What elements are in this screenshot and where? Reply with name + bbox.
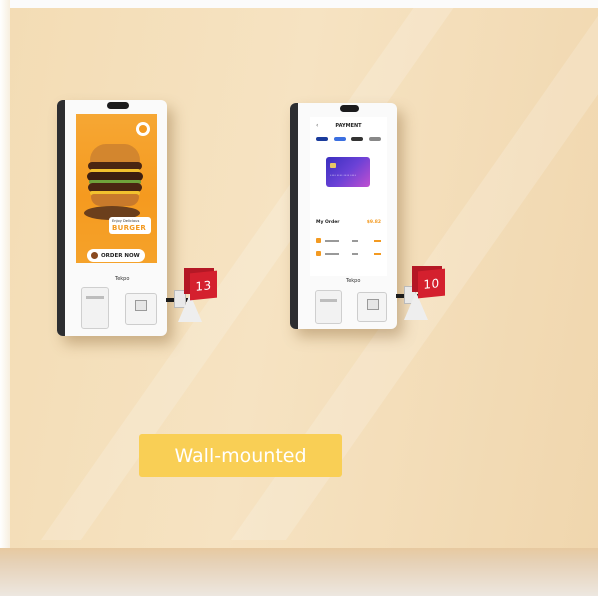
kiosk-side-panel (290, 103, 298, 329)
scene: Enjoy Delicious BURGER ORDER NOW Tekpo 1… (0, 0, 598, 596)
promo-small-text: Enjoy Delicious (112, 219, 140, 223)
mount-type-label: Wall-mounted (139, 434, 342, 477)
screen-title: PAYMENT (335, 123, 362, 129)
order-now-button[interactable]: ORDER NOW (87, 249, 145, 262)
chip-icon (330, 163, 336, 168)
kiosk-brand: Tekpo (115, 276, 130, 282)
receipt-printer-slot (81, 287, 109, 329)
kiosk-right: ‹ PAYMENT •••• •••• •••• •••• My Order $… (290, 103, 397, 329)
credit-card-image: •••• •••• •••• •••• (326, 157, 370, 187)
visa-icon[interactable] (316, 137, 328, 141)
promo-big-text: BURGER (112, 224, 147, 232)
kiosk-brand: Tekpo (346, 278, 361, 284)
top-border (0, 0, 598, 8)
my-order-label: My Order (316, 220, 340, 225)
floor (0, 548, 598, 596)
promo-tag: Enjoy Delicious BURGER (109, 217, 151, 234)
table-number-sign: 10 (418, 268, 445, 299)
order-item-row (316, 238, 381, 244)
camera-icon (107, 102, 129, 109)
qr-scanner (357, 292, 387, 322)
order-item-row (316, 251, 381, 257)
payment-screen: ‹ PAYMENT •••• •••• •••• •••• My Order $… (310, 117, 387, 276)
left-border (0, 0, 10, 596)
kiosk-side-panel (57, 100, 65, 336)
order-icon (91, 252, 98, 259)
receipt-printer-slot (315, 290, 342, 324)
gpay-icon[interactable] (368, 137, 381, 141)
mastercard-icon[interactable] (333, 137, 346, 141)
fries-icon (316, 238, 321, 243)
kiosk-screen[interactable]: Enjoy Delicious BURGER ORDER NOW (76, 114, 157, 263)
burger-icon (316, 251, 321, 256)
table-number-sign: 13 (190, 270, 217, 301)
order-now-label: ORDER NOW (101, 252, 140, 259)
kiosk-screen[interactable]: ‹ PAYMENT •••• •••• •••• •••• My Order $… (310, 117, 387, 276)
logo-badge-icon (136, 122, 150, 136)
qr-scanner (125, 293, 157, 325)
order-total: $9.82 (366, 220, 381, 225)
applepay-icon[interactable] (351, 137, 364, 141)
table-number-stand-right: 10 (396, 264, 456, 326)
burger-advert: Enjoy Delicious BURGER ORDER NOW (76, 114, 157, 263)
kiosk-left: Enjoy Delicious BURGER ORDER NOW Tekpo (57, 100, 167, 336)
table-number-stand-left: 13 (166, 264, 226, 326)
payment-methods (316, 137, 381, 145)
camera-icon (340, 105, 359, 112)
card-number-graphic: •••• •••• •••• •••• (330, 174, 356, 177)
burger-image (86, 144, 146, 216)
